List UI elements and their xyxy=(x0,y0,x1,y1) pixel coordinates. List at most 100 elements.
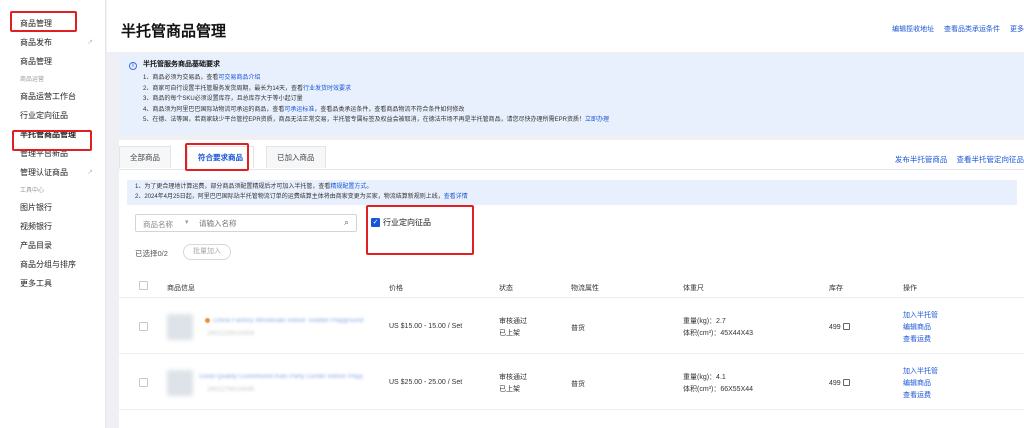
notice-text: 1、为了更合理地计算运费，部分商品须配置精规后才可加入半托管，查看 xyxy=(135,184,331,190)
tab-joined-products[interactable]: 已加入商品 xyxy=(266,146,326,168)
edit-product-link[interactable]: 编辑商品 xyxy=(903,322,938,334)
sidebar-item[interactable]: 商品发布 ↗ xyxy=(0,33,105,52)
product-card: 全部商品 符合要求商品 已加入商品 发布半托管商品 查看半托管定向征品 1、为了… xyxy=(119,140,1024,428)
sidebar-item-label: 图片银行 xyxy=(20,203,52,212)
col-logistics: 物流属性 xyxy=(571,285,599,292)
table-row: China Factory Wholesale Indoor Toddler P… xyxy=(119,300,1024,354)
header-links: 编辑揽收地址 查看品类承运条件 更多 xyxy=(884,24,1024,34)
notice-line: 1、为了更合理地计算运费，部分商品须配置精规后才可加入半托管，查看精规配置方式。 xyxy=(135,183,1009,193)
notice-link[interactable]: 查看详情 xyxy=(444,194,468,200)
sidebar-item[interactable]: 商品管理 xyxy=(0,52,105,71)
external-link-icon: ↗ xyxy=(87,169,93,176)
sidebar-item-label: 半托管商品管理 xyxy=(20,130,76,139)
col-weight-size: 体重尺 xyxy=(683,285,704,292)
product-title[interactable]: Good Quality Customized Kids Party Cente… xyxy=(199,374,363,380)
info-icon: i xyxy=(129,62,137,70)
col-stock: 库存 xyxy=(829,285,843,292)
notice-text: 5、在德、法等国，若商家缺少平台管控EPR资质，商品无法正常交易，半托管专属标签… xyxy=(143,117,586,123)
sidebar-item-label: 商品管理 xyxy=(20,19,52,28)
notice-line: 4、商品须为阿里巴巴国际站物流可承运的商品，查看可承运标准，查看品类承运条件，查… xyxy=(129,105,1014,116)
sidebar-item[interactable]: 图片银行 xyxy=(0,198,105,217)
notice-text: 2、商家可自行设置半托管服务发货周期，最长为14天，查看 xyxy=(143,85,304,92)
row-checkbox[interactable] xyxy=(139,378,148,387)
product-price: US $15.00 - 15.00 / Set xyxy=(389,323,463,330)
stock-value: 499 xyxy=(829,380,841,387)
page-title: 半托管商品管理 xyxy=(121,23,227,40)
sidebar-item[interactable]: 半托管商品管理 xyxy=(0,125,105,144)
notice-line: 1、商品必须为交易品，查看可交易商品介绍 xyxy=(129,73,1014,84)
notice-link[interactable]: 可交易商品介绍 xyxy=(218,75,260,81)
notice-text: 4、商品须为阿里巴巴国际站物流可承运的商品，查看 xyxy=(143,106,285,113)
industry-filter-checkbox[interactable]: ✓ xyxy=(371,218,380,228)
batch-add-button[interactable]: 批量加入 xyxy=(183,244,231,260)
select-all-checkbox[interactable] xyxy=(139,281,148,290)
logistics-attr: 普货 xyxy=(571,325,585,332)
edit-pickup-address-link[interactable]: 编辑揽收地址 xyxy=(892,26,934,33)
notice-text: 3、商品的每个SKU必须设置库存，且总库存大于等小起订量 xyxy=(143,96,303,102)
sidebar-item-label: 管理认证商品 xyxy=(20,168,68,177)
sidebar-item[interactable]: 产品目录 xyxy=(0,236,105,255)
product-id: 1601276010446 xyxy=(207,386,254,393)
category-shipping-conditions-link[interactable]: 查看品类承运条件 xyxy=(944,26,1000,33)
view-shipping-fee-link[interactable]: 查看运费 xyxy=(903,390,938,402)
edit-icon[interactable] xyxy=(842,379,850,386)
search-box: 商品名称 ▾ ⌕ xyxy=(135,214,357,232)
sidebar-item-label: 商品运营工作台 xyxy=(20,92,76,101)
volume-value: 体积(cm³)：66X55X44 xyxy=(683,386,754,393)
sidebar-item[interactable]: 行业定向征品 xyxy=(0,106,105,125)
sidebar-item[interactable]: 商品分组与排序 xyxy=(0,255,105,274)
notice-link[interactable]: 精规配置方式 xyxy=(330,184,366,190)
listing-status: 已上架 xyxy=(499,330,520,337)
notice-text: 。 xyxy=(366,184,373,190)
search-icon[interactable]: ⌕ xyxy=(344,217,349,228)
volume-value: 体积(cm³)：45X44X43 xyxy=(683,330,754,337)
sidebar-item-label: 产品目录 xyxy=(20,241,52,250)
sidebar-item-label: 视频银行 xyxy=(20,222,52,231)
sidebar-item[interactable]: 商品管理 xyxy=(0,14,105,33)
col-product-info: 商品信息 xyxy=(167,285,195,292)
sidebar-item[interactable]: 管理认证商品 ↗ xyxy=(0,163,105,182)
sidebar-item-label: 管理平台新品 xyxy=(20,149,68,158)
col-actions: 操作 xyxy=(903,285,917,292)
sidebar-item[interactable]: 视频银行 xyxy=(0,217,105,236)
search-field-select[interactable]: 商品名称 xyxy=(143,219,173,230)
row-checkbox[interactable] xyxy=(139,322,148,331)
sidebar-item-label: 商品管理 xyxy=(20,57,52,66)
sidebar-item[interactable]: 商品运营工作台 xyxy=(0,87,105,106)
industry-filter[interactable]: ✓ 行业定向征品 xyxy=(371,217,431,228)
product-id: 1601215010403 xyxy=(207,330,254,337)
notice-title: 半托管服务商品基础要求 xyxy=(143,61,220,68)
tab-all-products[interactable]: 全部商品 xyxy=(119,146,171,168)
weight-value: 重量(kg)：4.1 xyxy=(683,374,726,381)
requirements-notice: i 半托管服务商品基础要求 1、商品必须为交易品，查看可交易商品介绍 2、商家可自行… xyxy=(119,54,1024,134)
more-link[interactable]: 更多 xyxy=(1010,26,1024,33)
sidebar-item-label: 商品发布 xyxy=(20,38,52,47)
search-input[interactable] xyxy=(199,217,339,230)
notice-link[interactable]: 立即办理 xyxy=(585,117,609,123)
notice-link[interactable]: 行业发货时效要求 xyxy=(303,86,351,92)
product-title[interactable]: China Factory Wholesale Indoor Toddler P… xyxy=(213,318,377,324)
product-thumbnail[interactable] xyxy=(167,370,193,396)
notice-text: ，查看品类承运条件，查看商品物流不符合条件如何修改 xyxy=(314,106,465,113)
notice-line: 2、商家可自行设置半托管服务发货周期，最长为14天，查看行业发货时效要求 xyxy=(129,84,1014,95)
join-semi-managed-link[interactable]: 加入半托管 xyxy=(903,366,938,378)
table-header: 商品信息 价格 状态 物流属性 体重尺 库存 操作 xyxy=(119,276,1024,298)
publish-semi-managed-link[interactable]: 发布半托管商品 xyxy=(895,155,948,164)
col-status: 状态 xyxy=(499,285,513,292)
tab-eligible-products[interactable]: 符合要求商品 xyxy=(187,146,254,168)
review-status: 审核通过 xyxy=(499,374,527,381)
edit-product-link[interactable]: 编辑商品 xyxy=(903,378,938,390)
sidebar-item[interactable]: 管理平台新品 xyxy=(0,144,105,163)
sidebar-item-label: 更多工具 xyxy=(20,279,52,288)
sidebar-group-label: 商品运营 xyxy=(0,73,105,87)
view-shipping-fee-link[interactable]: 查看运费 xyxy=(903,334,938,346)
sidebar-item[interactable]: 更多工具 xyxy=(0,274,105,293)
join-semi-managed-link[interactable]: 加入半托管 xyxy=(903,310,938,322)
edit-icon[interactable] xyxy=(842,323,850,330)
col-price: 价格 xyxy=(389,285,403,292)
chevron-down-icon[interactable]: ▾ xyxy=(185,218,189,226)
notice-link[interactable]: 可承运标准 xyxy=(284,107,314,113)
tab-actions: 发布半托管商品 查看半托管定向征品 xyxy=(888,154,1024,165)
product-thumbnail[interactable] xyxy=(167,314,193,340)
view-targeted-collection-link[interactable]: 查看半托管定向征品 xyxy=(957,155,1024,164)
